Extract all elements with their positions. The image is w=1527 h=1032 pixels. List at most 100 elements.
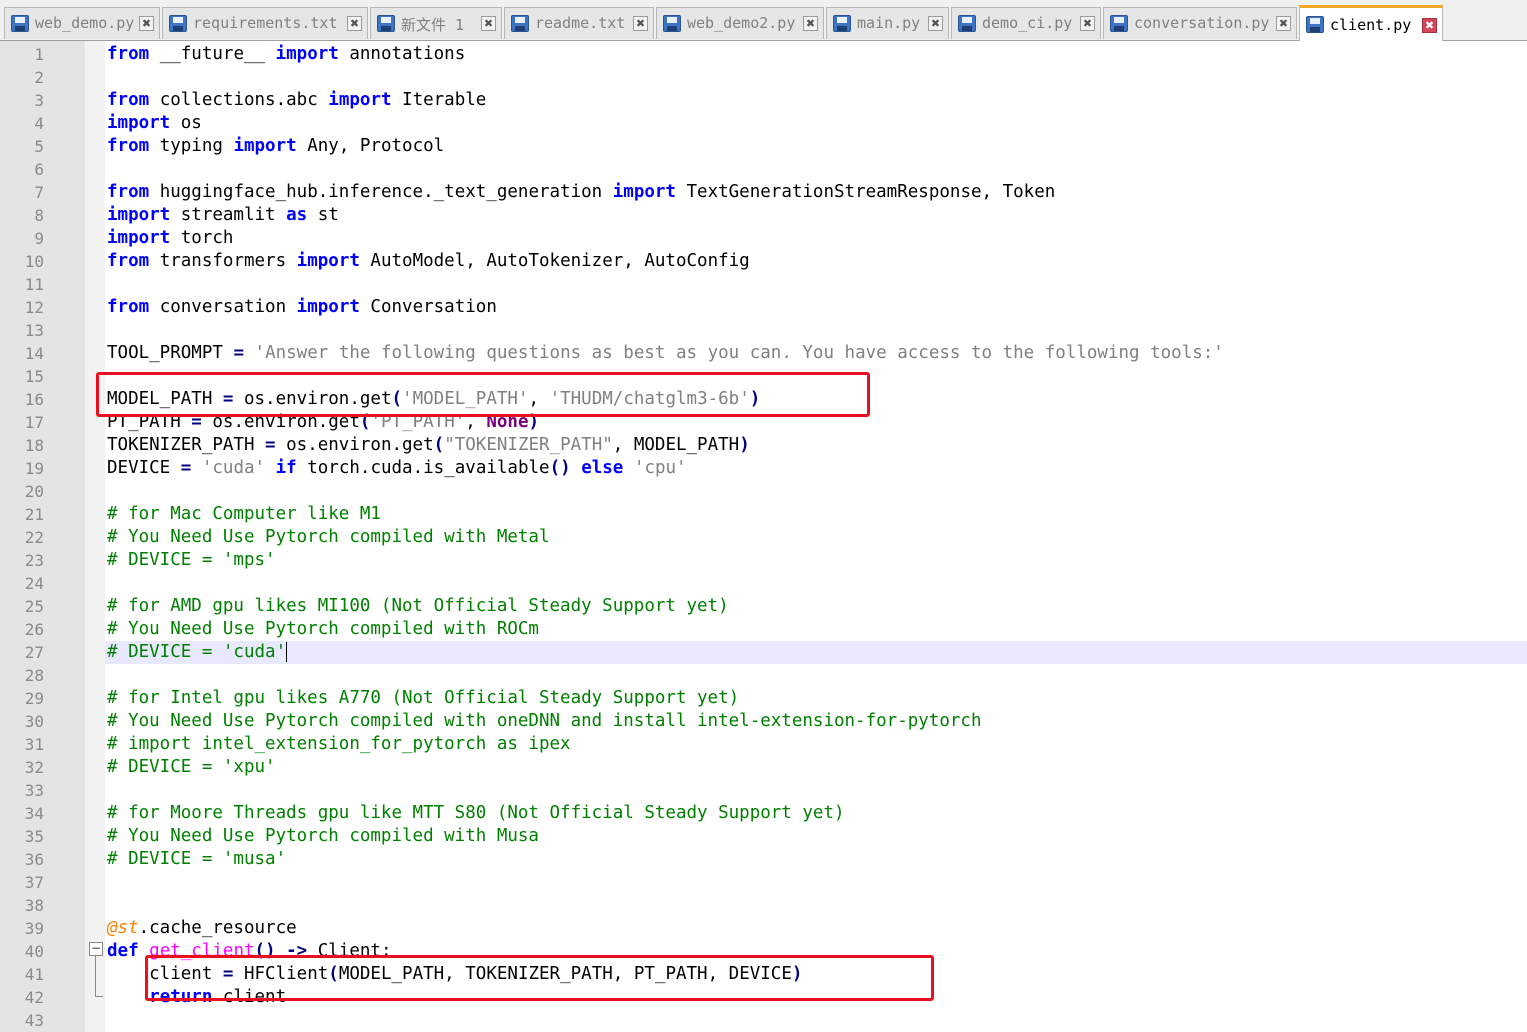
file-save-icon <box>169 15 187 32</box>
highlight-box-hfclient <box>145 955 934 1001</box>
tab-main-py[interactable]: main.py ✖ <box>826 7 949 39</box>
code-token: () <box>549 458 571 478</box>
line-number: 31 <box>24 735 44 754</box>
code-token: TextGenerationStreamResponse, Token <box>675 182 1056 202</box>
code-line: # DEVICE = 'musa' <box>107 848 286 871</box>
line-number: 17 <box>24 413 44 432</box>
code-token: from <box>107 136 150 156</box>
close-tab-icon[interactable]: ✖ <box>1080 16 1095 31</box>
line-number: 30 <box>24 712 44 731</box>
fold-range-line <box>95 956 96 996</box>
close-tab-icon[interactable]: ✖ <box>928 16 943 31</box>
code-token: from <box>107 251 150 271</box>
line-number: 20 <box>24 482 44 501</box>
code-token: conversation <box>149 297 297 317</box>
code-token: # for Moore Threads gpu like MTT S80 (No… <box>107 803 845 823</box>
code-token: torch.cuda.is_available <box>296 458 550 478</box>
code-token: 'cuda' <box>201 458 266 478</box>
code-token: AutoModel, AutoTokenizer, AutoConfig <box>359 251 750 271</box>
code-line: from typing import Any, Protocol <box>107 135 444 158</box>
tab-label: client.py <box>1330 16 1412 34</box>
line-number: 6 <box>34 160 44 179</box>
line-number: 3 <box>34 91 44 110</box>
tab-1[interactable]: 新文件 1 ✖ <box>370 7 502 39</box>
line-number: 10 <box>24 252 44 271</box>
code-line: # for AMD gpu likes MI100 (Not Official … <box>107 595 729 618</box>
code-token: torch <box>170 228 234 248</box>
code-token: from <box>107 297 150 317</box>
code-token: # DEVICE = 'xpu' <box>107 757 276 777</box>
line-number: 40 <box>24 942 44 961</box>
line-number: 24 <box>24 574 44 593</box>
code-token: ) <box>739 435 750 455</box>
tab-label: main.py <box>857 14 921 32</box>
code-token: os <box>170 113 202 133</box>
tab-demo-ci-py[interactable]: demo_ci.py ✖ <box>951 7 1101 39</box>
code-token: .cache_resource <box>138 918 297 938</box>
code-token: # DEVICE = 'musa' <box>107 849 287 869</box>
line-number: 11 <box>24 275 44 294</box>
code-line: TOOL_PROMPT = 'Answer the following ques… <box>107 342 1224 365</box>
code-token: from <box>107 182 150 202</box>
line-number: 1 <box>34 45 44 64</box>
line-number: 22 <box>24 528 44 547</box>
code-token: streamlit <box>170 205 287 225</box>
code-token: import <box>233 136 297 156</box>
code-token: st <box>307 205 339 225</box>
code-token: # DEVICE = 'mps' <box>107 550 276 570</box>
code-line: from conversation import Conversation <box>107 296 497 319</box>
close-tab-icon[interactable]: ✖ <box>1276 16 1291 31</box>
line-number: 4 <box>34 114 44 133</box>
line-number: 26 <box>24 620 44 639</box>
tab-conversation-py[interactable]: conversation.py ✖ <box>1103 7 1297 39</box>
close-tab-icon[interactable]: ✖ <box>803 16 818 31</box>
code-token: __future__ <box>149 44 276 64</box>
code-token: huggingface_hub.inference._text_generati… <box>149 182 613 202</box>
close-tab-icon[interactable]: ✖ <box>139 16 154 31</box>
code-line: TOKENIZER_PATH = os.environ.get("TOKENIZ… <box>107 434 750 457</box>
code-token: Any, Protocol <box>296 136 445 156</box>
file-save-icon <box>833 15 851 32</box>
line-number: 2 <box>34 68 44 87</box>
code-token: 'cpu' <box>633 458 687 478</box>
close-tab-icon[interactable]: ✖ <box>633 16 648 31</box>
code-line: # You Need Use Pytorch compiled with one… <box>107 710 981 733</box>
line-number: 39 <box>24 919 44 938</box>
fold-range-end <box>95 996 103 997</box>
code-token: import <box>107 205 171 225</box>
line-number: 9 <box>34 229 44 248</box>
file-save-icon <box>958 15 976 32</box>
code-token: as <box>286 205 308 225</box>
line-number: 27 <box>24 643 44 662</box>
tab-client-py[interactable]: client.py ✖ <box>1299 5 1443 41</box>
tab-label: readme.txt <box>535 14 626 32</box>
fold-collapse-icon[interactable]: − <box>89 942 103 956</box>
code-token: if <box>275 458 297 478</box>
code-token: = <box>180 458 192 478</box>
fold-margin <box>85 41 105 1032</box>
line-number: 19 <box>24 459 44 478</box>
tab-label: demo_ci.py <box>982 14 1073 32</box>
code-token: else <box>581 458 624 478</box>
code-line: import torch <box>107 227 233 250</box>
close-tab-icon[interactable]: ✖ <box>481 16 496 31</box>
code-token: import <box>296 297 360 317</box>
line-number: 13 <box>24 321 44 340</box>
close-tab-icon[interactable]: ✖ <box>347 16 362 31</box>
file-save-icon <box>663 15 681 32</box>
line-number: 14 <box>24 344 44 363</box>
code-line: # for Mac Computer like M1 <box>107 503 381 526</box>
code-token: # for AMD gpu likes MI100 (Not Official … <box>107 596 729 616</box>
code-token: Iterable <box>391 90 487 110</box>
tab-web-demo2-py[interactable]: web_demo2.py ✖ <box>656 7 824 39</box>
code-line: # for Intel gpu likes A770 (Not Official… <box>107 687 739 710</box>
code-line: from huggingface_hub.inference._text_gen… <box>107 181 1055 204</box>
close-tab-icon[interactable]: ✖ <box>1422 18 1437 33</box>
line-number: 23 <box>24 551 44 570</box>
tab-web-demo-py[interactable]: web_demo.py ✖ <box>4 7 160 39</box>
code-token: # import intel_extension_for_pytorch as … <box>107 734 571 754</box>
tab-readme-txt[interactable]: readme.txt ✖ <box>504 7 654 39</box>
tab-requirements-txt[interactable]: requirements.txt ✖ <box>162 7 368 39</box>
